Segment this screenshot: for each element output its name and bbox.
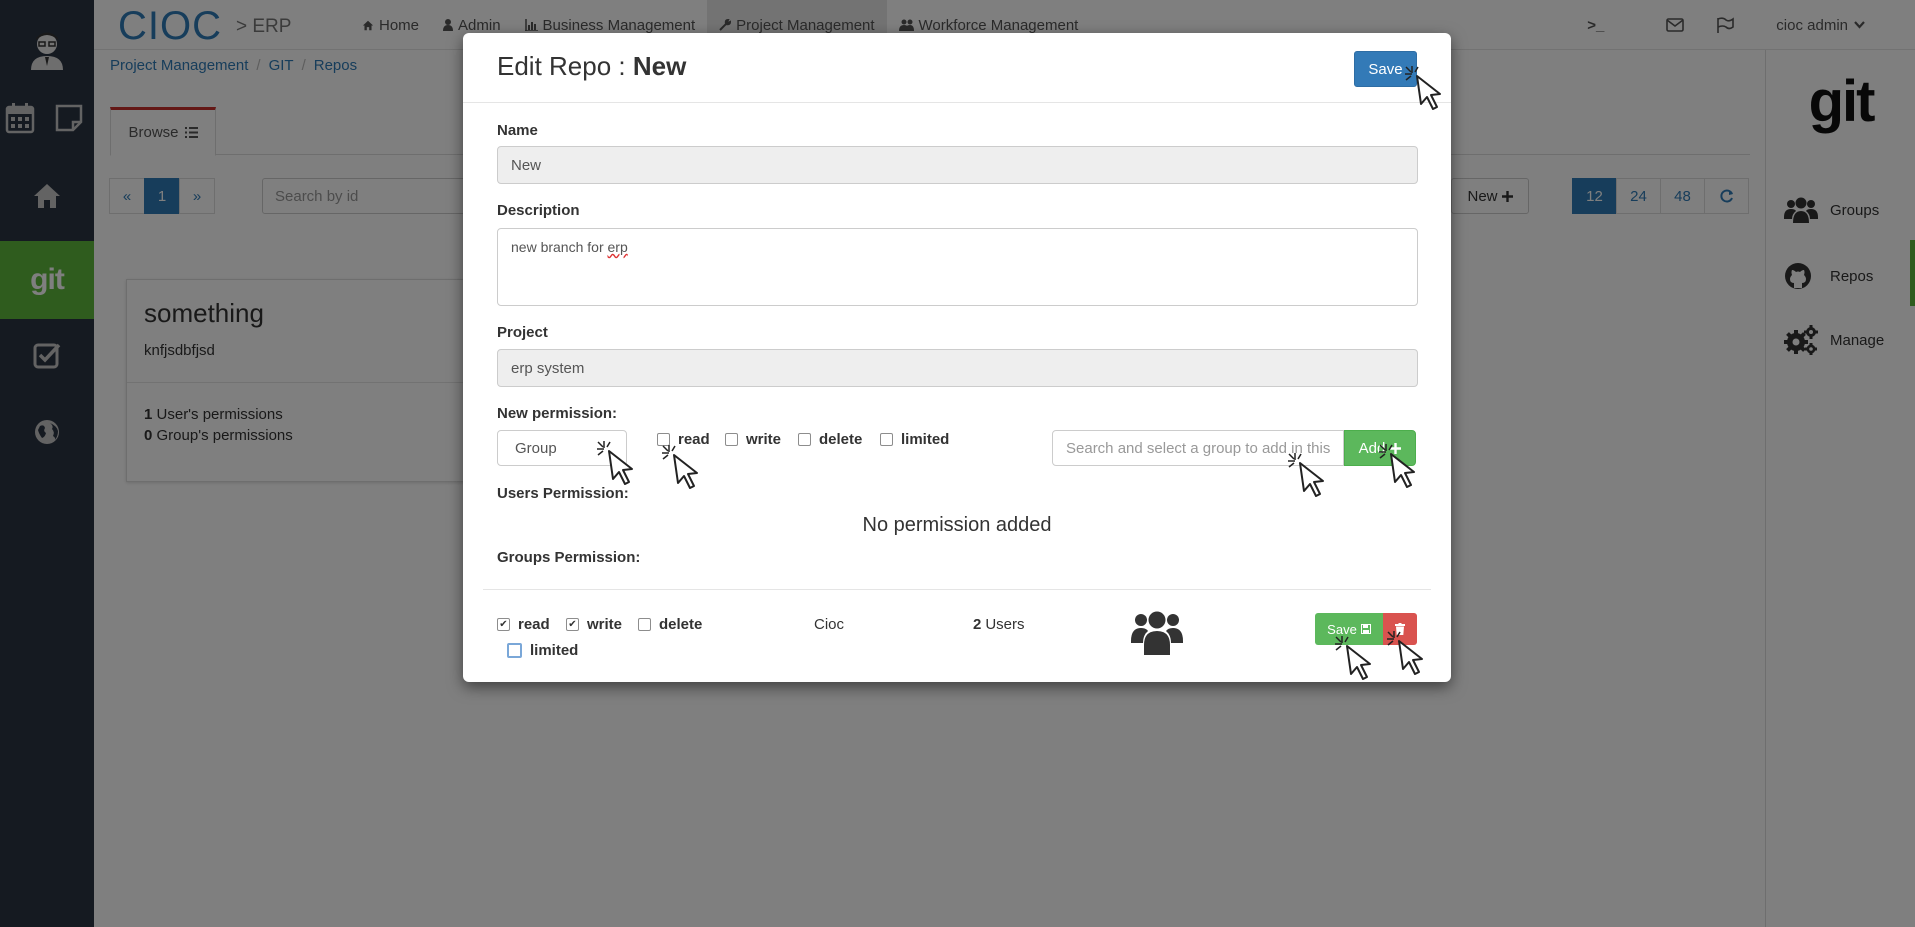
floppy-icon (1360, 624, 1371, 634)
row-delete-option[interactable]: delete (638, 616, 702, 633)
name-field[interactable]: New (497, 146, 1418, 184)
row-save-label: Save (1327, 621, 1357, 637)
permission-type-select[interactable]: Group (497, 430, 627, 466)
perm-limited-label: limited (901, 431, 950, 448)
row-read-label: read (518, 616, 550, 633)
group-users-icon (1131, 609, 1183, 660)
description-text-misspelled: erp (607, 239, 628, 255)
perm-read-label: read (678, 431, 710, 448)
no-permission-message: No permission added (862, 514, 1052, 536)
modal-title: Edit Repo : New (497, 51, 686, 82)
perm-write-option[interactable]: write (725, 431, 781, 448)
trash-icon (1395, 623, 1405, 635)
description-label: Description (497, 202, 580, 219)
groups-permission-label: Groups Permission: (497, 549, 641, 566)
modal-title-name: New (632, 51, 687, 81)
perm-delete-checkbox[interactable] (798, 433, 811, 446)
perm-write-checkbox[interactable] (725, 433, 738, 446)
perm-read-checkbox[interactable] (657, 433, 670, 446)
row-limited-option[interactable]: limited (507, 642, 578, 659)
row-read-checkbox[interactable]: ✔ (497, 618, 510, 631)
perm-delete-label: delete (819, 431, 863, 448)
new-permission-label: New permission: (497, 405, 618, 422)
perm-write-label: write (746, 431, 782, 448)
row-save-button[interactable]: Save (1315, 613, 1383, 645)
row-write-checkbox[interactable]: ✔ (566, 618, 579, 631)
group-search-input[interactable]: Search and select a group to add in this (1052, 430, 1344, 466)
row-write-label: write (587, 616, 623, 633)
row-limited-label: limited (530, 642, 579, 659)
save-button[interactable]: Save (1354, 51, 1417, 87)
row-delete-checkbox[interactable] (638, 618, 651, 631)
plus-icon (1390, 442, 1402, 454)
perm-limited-checkbox[interactable] (880, 433, 893, 446)
users-permission-label: Users Permission: (497, 485, 629, 502)
modal-header: Edit Repo : New Save (463, 33, 1451, 103)
row-users-number: 2 (973, 616, 982, 633)
perm-delete-option[interactable]: delete (798, 431, 862, 448)
row-delete-label: delete (659, 616, 703, 633)
project-label: Project (497, 324, 548, 341)
row-users-label: Users (985, 616, 1025, 633)
perm-limited-option[interactable]: limited (880, 431, 949, 448)
project-field[interactable]: erp system (497, 349, 1418, 387)
row-users-count: 2 Users (973, 616, 1025, 633)
edit-repo-modal: Edit Repo : New Save Name New Descriptio… (463, 33, 1451, 682)
modal-title-prefix: Edit Repo : (497, 51, 633, 81)
row-group-name: Cioc (814, 616, 845, 633)
row-read-option[interactable]: ✔ read (497, 616, 550, 633)
add-group-button[interactable]: Add (1344, 430, 1416, 466)
row-limited-checkbox[interactable] (507, 643, 522, 658)
description-text: new branch for (511, 239, 608, 255)
description-field[interactable]: new branch for erp (497, 228, 1418, 306)
row-write-option[interactable]: ✔ write (566, 616, 622, 633)
name-label: Name (497, 122, 538, 139)
perm-read-option[interactable]: read (657, 431, 710, 448)
divider (483, 589, 1431, 590)
add-group-label: Add (1358, 439, 1386, 457)
row-delete-button[interactable] (1383, 613, 1417, 645)
